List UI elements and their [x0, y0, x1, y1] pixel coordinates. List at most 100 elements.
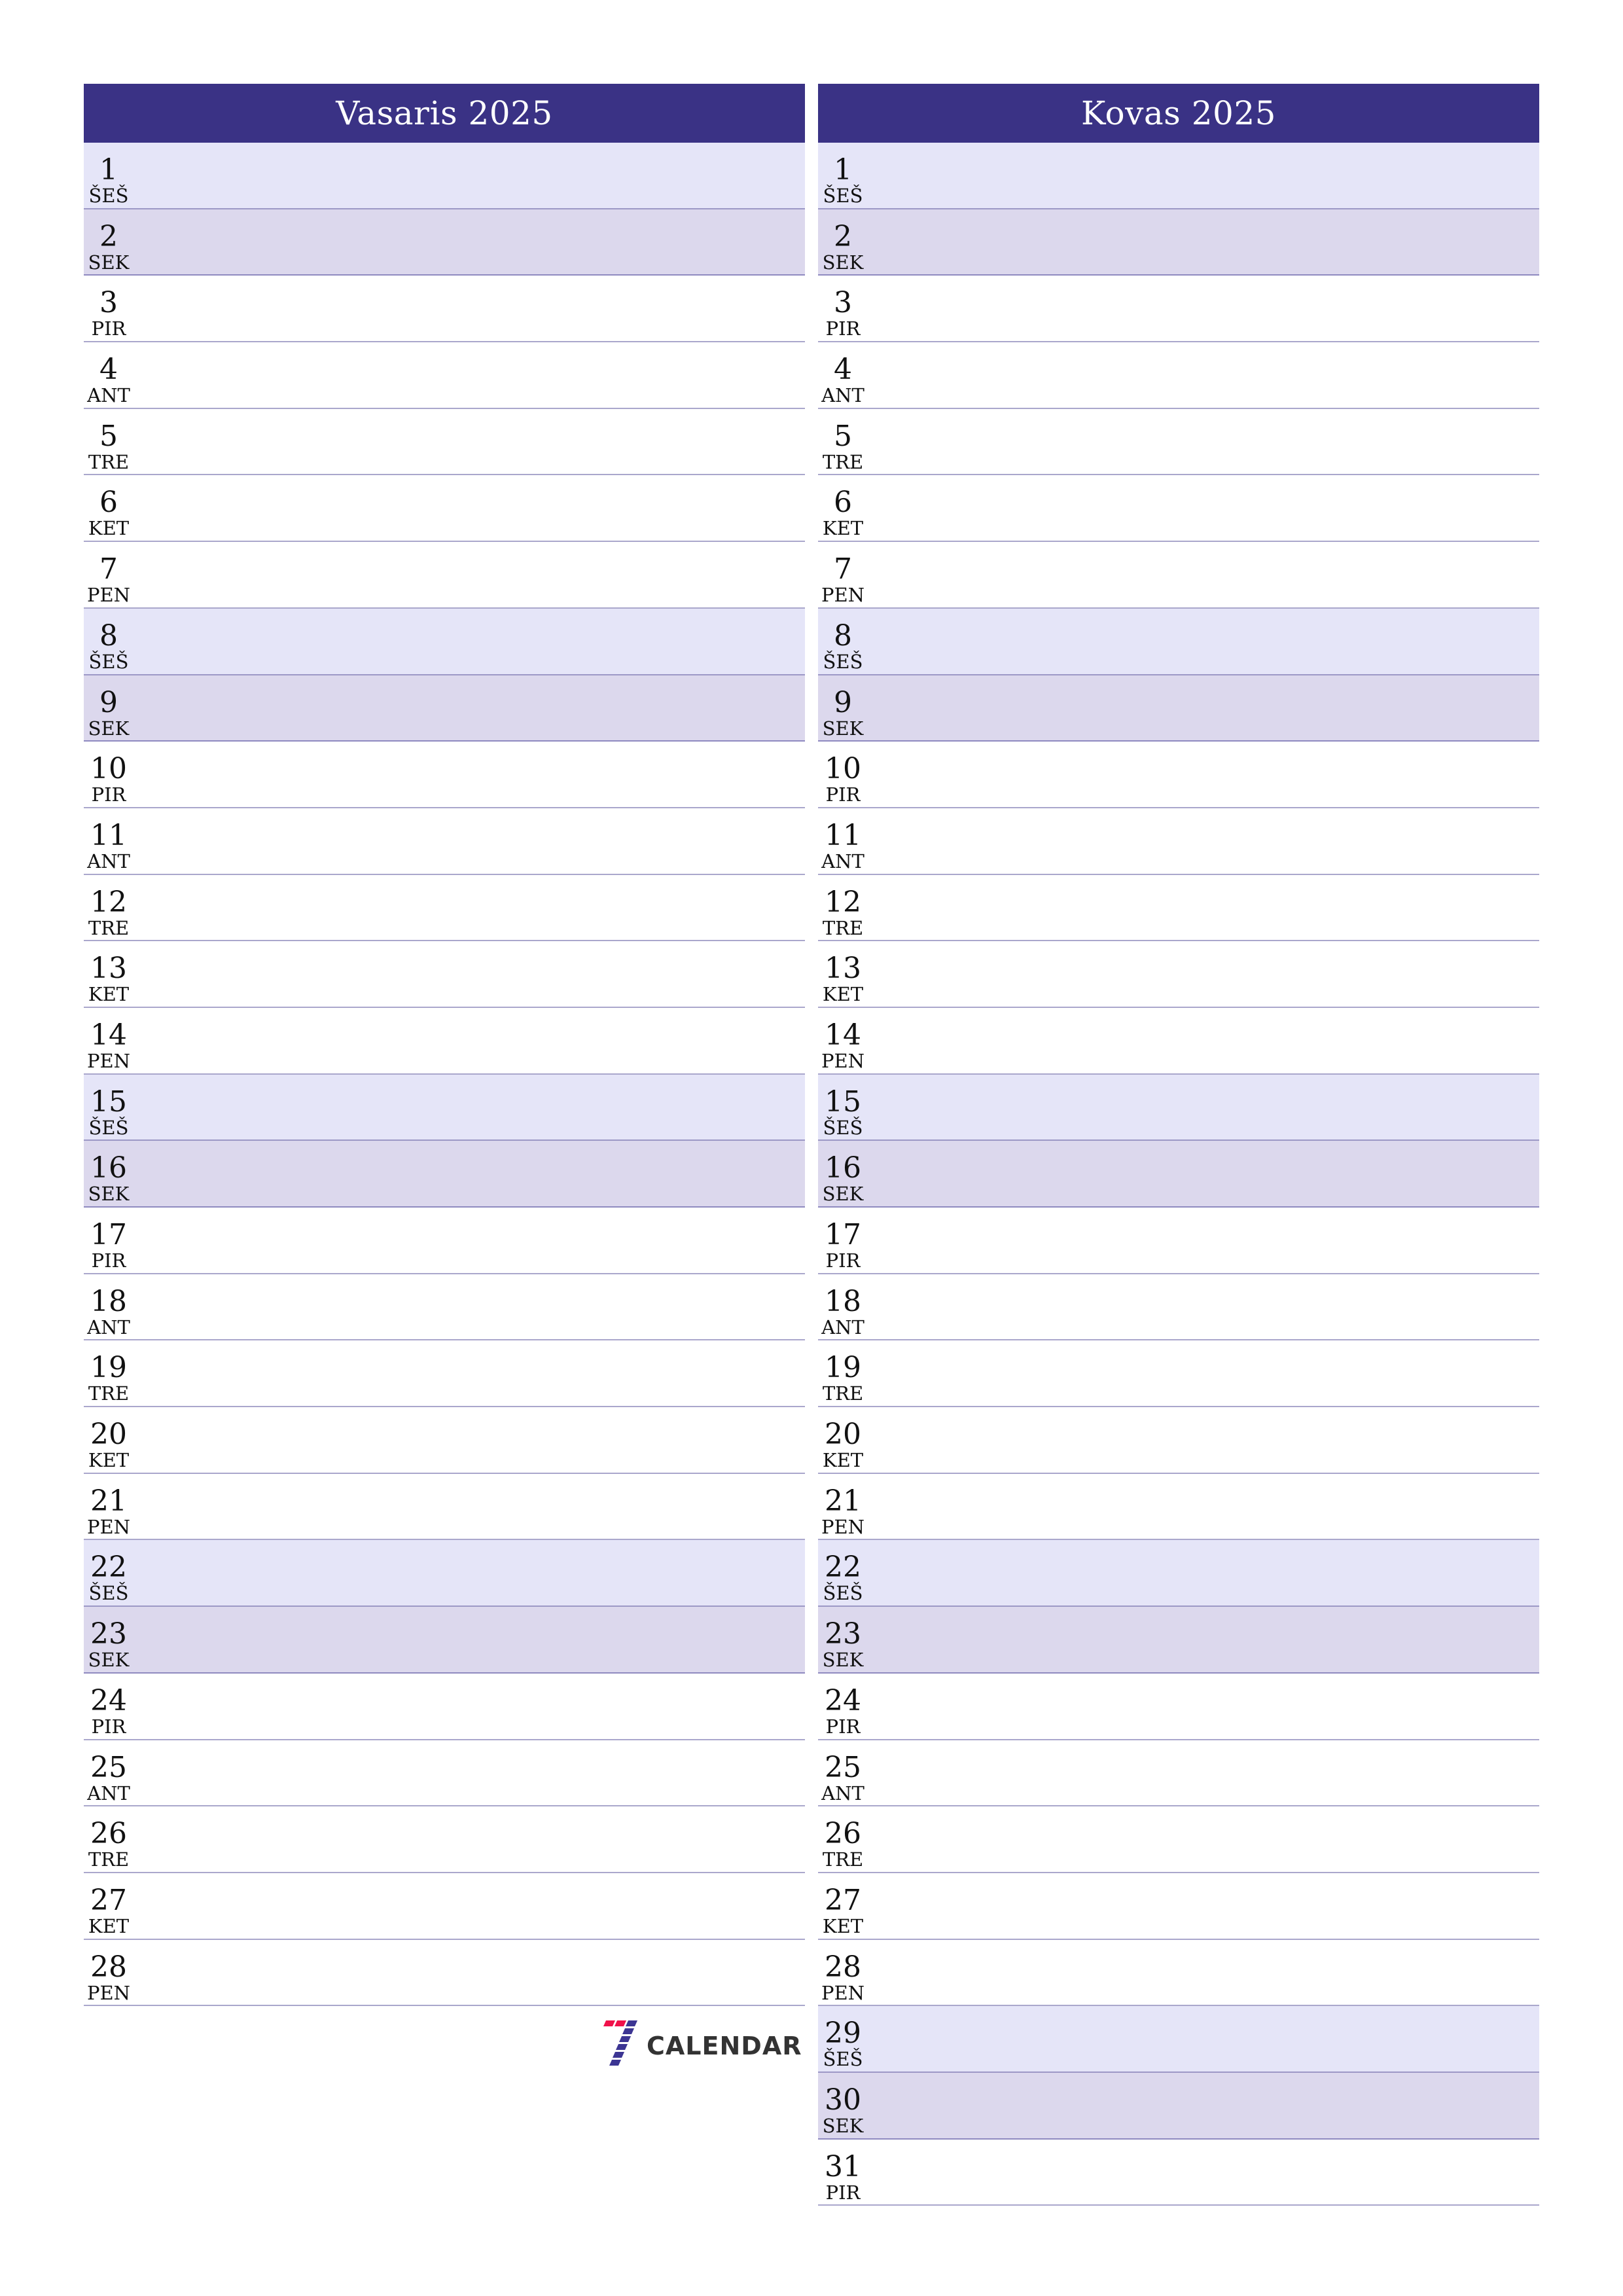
day-number: 15: [90, 1085, 127, 1119]
day-row: 11 ANT: [818, 808, 1539, 875]
brand-logo: CALENDAR: [601, 2020, 802, 2072]
day-of-week: TRE: [822, 916, 864, 939]
day-row: 7 PEN: [84, 542, 805, 609]
day-of-week: TRE: [822, 450, 864, 473]
day-row: 10 PIR: [84, 742, 805, 808]
day-of-week: TRE: [88, 1382, 130, 1405]
day-number: 13: [90, 952, 127, 986]
day-row: 26 TRE: [84, 1806, 805, 1873]
day-of-week: SEK: [822, 251, 864, 274]
day-number: 3: [99, 286, 118, 320]
day-number: 29: [825, 2017, 861, 2051]
day-of-week: SEK: [822, 1649, 864, 1672]
day-of-week: KET: [822, 517, 864, 540]
day-row: 19 TRE: [84, 1340, 805, 1408]
day-number: 18: [825, 1284, 861, 1318]
day-of-week: ŠEŠ: [88, 1582, 129, 1605]
day-row: 13 KET: [84, 941, 805, 1008]
day-number: 8: [99, 619, 118, 653]
day-of-week: ANT: [87, 384, 130, 407]
month-title: Vasaris 2025: [84, 84, 805, 143]
day-of-week: KET: [822, 983, 864, 1006]
day-of-week: PIR: [91, 1249, 126, 1272]
day-of-week: ŠEŠ: [823, 650, 863, 673]
day-of-week: KET: [88, 1449, 130, 1472]
day-number: 20: [90, 1418, 127, 1452]
day-number: 22: [825, 1551, 861, 1585]
day-of-week: ANT: [821, 384, 865, 407]
day-number: 16: [90, 1151, 127, 1185]
day-number: 23: [90, 1617, 127, 1651]
day-row: 28 PEN: [84, 1939, 805, 2007]
day-number: 19: [825, 1351, 861, 1385]
day-row: 26 TRE: [818, 1806, 1539, 1873]
day-row: 20 KET: [84, 1407, 805, 1474]
day-of-week: KET: [88, 983, 130, 1006]
day-of-week: SEK: [88, 251, 130, 274]
day-number: 21: [825, 1484, 861, 1518]
day-of-week: TRE: [822, 1382, 864, 1405]
day-of-week: SEK: [88, 1649, 130, 1672]
day-of-week: PIR: [825, 1715, 861, 1738]
day-of-week: SEK: [822, 717, 864, 740]
day-row: 10 PIR: [818, 742, 1539, 808]
day-number: 6: [834, 486, 852, 520]
day-number: 12: [90, 885, 127, 919]
day-of-week: ŠEŠ: [88, 185, 129, 207]
day-of-week: PEN: [86, 1049, 131, 1072]
month-march: Kovas 2025 1 ŠEŠ 2 SEK 3 PIR 4 ANT 5 TRE 6 KET 7 PEN 8…: [818, 84, 1539, 2206]
day-number: 6: [99, 486, 118, 520]
day-of-week: SEK: [822, 2114, 864, 2137]
day-of-week: PEN: [821, 584, 865, 607]
day-row: 13 KET: [818, 941, 1539, 1008]
day-number: 18: [90, 1284, 127, 1318]
day-row: 16 SEK: [84, 1141, 805, 1208]
day-number: 10: [90, 752, 127, 786]
day-row: 15 ŠEŠ: [818, 1074, 1539, 1141]
day-list: 1 ŠEŠ 2 SEK 3 PIR 4 ANT 5 TRE 6 KET 7 PEN 8 ŠEŠ 9 SEK 10 PI…: [84, 143, 805, 2007]
day-of-week: PIR: [825, 783, 861, 806]
day-row: 24 PIR: [84, 1673, 805, 1740]
day-row: 2 SEK: [818, 209, 1539, 276]
day-row: 18 ANT: [818, 1274, 1539, 1341]
day-of-week: PIR: [91, 317, 126, 340]
day-number: 4: [834, 353, 852, 387]
day-number: 28: [90, 1950, 127, 1984]
day-number: 23: [825, 1617, 861, 1651]
day-of-week: PIR: [825, 317, 861, 340]
day-of-week: PEN: [821, 1515, 865, 1538]
day-number: 10: [825, 752, 861, 786]
day-number: 27: [825, 1883, 861, 1917]
day-row: 11 ANT: [84, 808, 805, 875]
day-number: 14: [90, 1018, 127, 1052]
day-number: 20: [825, 1418, 861, 1452]
logo-text: CALENDAR: [647, 2032, 802, 2060]
day-number: 11: [90, 818, 127, 852]
day-number: 16: [825, 1151, 861, 1185]
day-of-week: PIR: [91, 1715, 126, 1738]
day-of-week: PEN: [821, 1049, 865, 1072]
day-of-week: ŠEŠ: [823, 1582, 863, 1605]
day-row: 1 ŠEŠ: [818, 143, 1539, 209]
day-number: 15: [825, 1085, 861, 1119]
day-row: 8 ŠEŠ: [818, 608, 1539, 675]
day-row: 28 PEN: [818, 1939, 1539, 2007]
day-row: 22 ŠEŠ: [818, 1540, 1539, 1607]
day-row: 9 SEK: [818, 675, 1539, 742]
day-of-week: TRE: [88, 450, 130, 473]
day-number: 1: [99, 153, 118, 187]
day-row: 31 PIR: [818, 2139, 1539, 2206]
day-of-week: SEK: [88, 1183, 130, 1206]
day-row: 27 KET: [84, 1873, 805, 1940]
day-row: 4 ANT: [84, 342, 805, 409]
day-row: 21 PEN: [84, 1473, 805, 1541]
day-number: 5: [99, 419, 118, 453]
day-row: 3 PIR: [84, 276, 805, 343]
day-row: 15 ŠEŠ: [84, 1074, 805, 1141]
day-of-week: ŠEŠ: [823, 1116, 863, 1139]
day-of-week: KET: [88, 517, 130, 540]
day-row: 29 ŠEŠ: [818, 2006, 1539, 2073]
day-number: 14: [825, 1018, 861, 1052]
day-row: 7 PEN: [818, 542, 1539, 609]
day-number: 5: [834, 419, 852, 453]
